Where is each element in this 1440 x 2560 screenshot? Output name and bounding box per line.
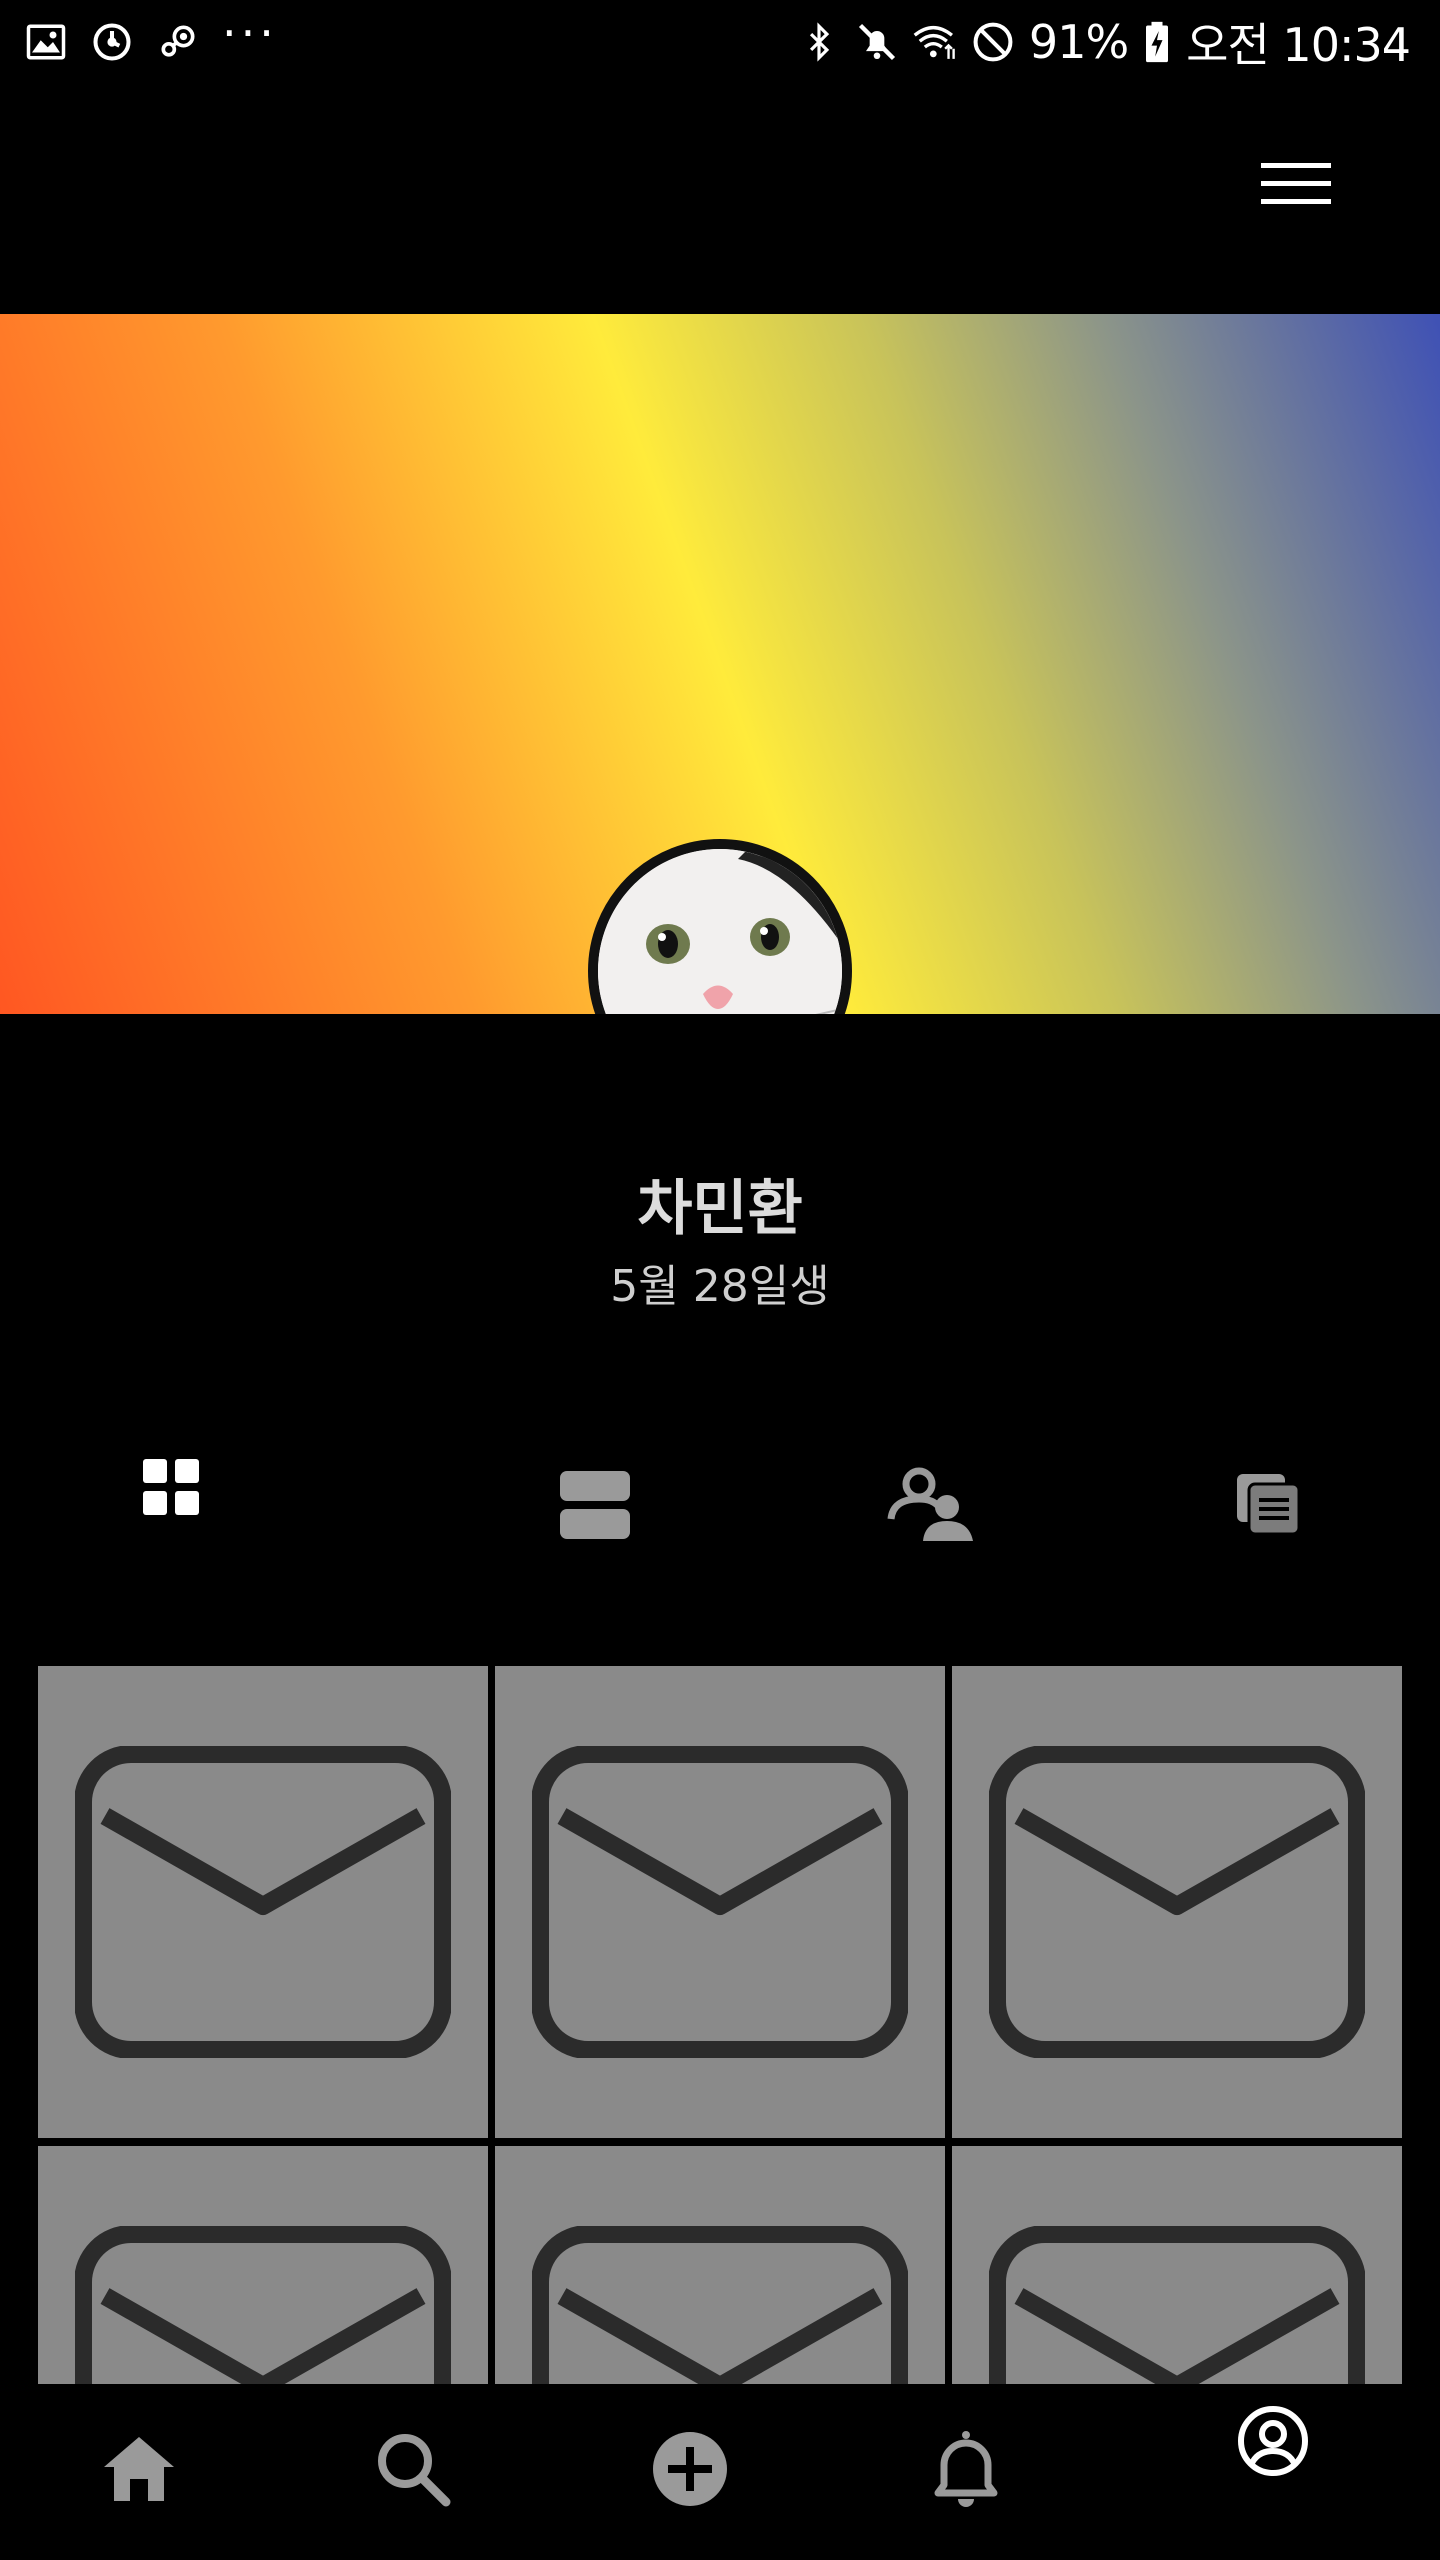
profile-name: 차민환 [637,1174,803,1244]
profile-icon [1238,2406,1308,2476]
tab-friends[interactable] [763,1420,1100,1590]
profile-birthday: 5월 28일생 [610,1261,830,1312]
status-bar-right: 91% 오전 10:34 [797,10,1411,74]
list-view-icon [559,1471,630,1539]
cat-photo [598,849,842,1014]
menu-button[interactable] [1248,136,1344,232]
battery-percent: 91% [1028,15,1129,69]
nav-profile[interactable] [1218,2386,1328,2496]
bottom-navigation [0,2384,1440,2560]
steam-icon [156,20,200,64]
profile-tabs [0,1420,1440,1590]
status-bar: ··· 91% 오전 10:34 [0,0,1440,84]
cover-image[interactable] [0,314,1440,1014]
notifications-icon [934,2431,998,2507]
cover-bottom-edge [0,1014,1440,1024]
mail-icon [989,2226,1365,2384]
profile-avatar[interactable] [588,839,852,1014]
tab-grid-view[interactable] [0,1420,426,1590]
mail-icon [75,1746,451,2058]
mail-icon [532,1746,908,2058]
add-icon [653,2432,727,2506]
bluetooth-icon [797,20,841,64]
tab-documents[interactable] [1100,1420,1437,1590]
nav-add[interactable] [635,2414,745,2524]
documents-icon [1236,1474,1300,1536]
friends-icon [887,1467,973,1541]
post-tile[interactable] [952,1666,1402,2138]
nav-home[interactable] [84,2414,194,2524]
status-bar-left: ··· [24,10,278,68]
hamburger-menu-icon [1261,163,1331,204]
wifi-icon [913,20,957,64]
mute-icon [855,20,899,64]
search-icon [378,2434,451,2507]
grid-view-icon [143,1459,199,1515]
nav-notifications[interactable] [911,2414,1021,2524]
post-tile[interactable] [38,2146,488,2384]
nav-search[interactable] [358,2414,468,2524]
post-tile[interactable] [495,2146,945,2384]
clock: 오전 10:34 [1186,18,1411,72]
do-not-disturb-icon [971,20,1015,64]
post-tile[interactable] [38,1666,488,2138]
gallery-icon [24,20,68,64]
mail-icon [75,2226,451,2384]
top-app-bar [0,84,1440,314]
mail-icon [532,2226,908,2384]
battery-icon [1142,20,1172,64]
home-icon [104,2437,174,2501]
post-tile[interactable] [952,2146,1402,2384]
post-grid [38,1666,1402,2384]
more-notifications-dots: ··· [222,6,278,60]
tab-list-view[interactable] [426,1420,763,1590]
post-tile[interactable] [495,1666,945,2138]
sync-icon [90,20,134,64]
mail-icon [989,1746,1365,2058]
